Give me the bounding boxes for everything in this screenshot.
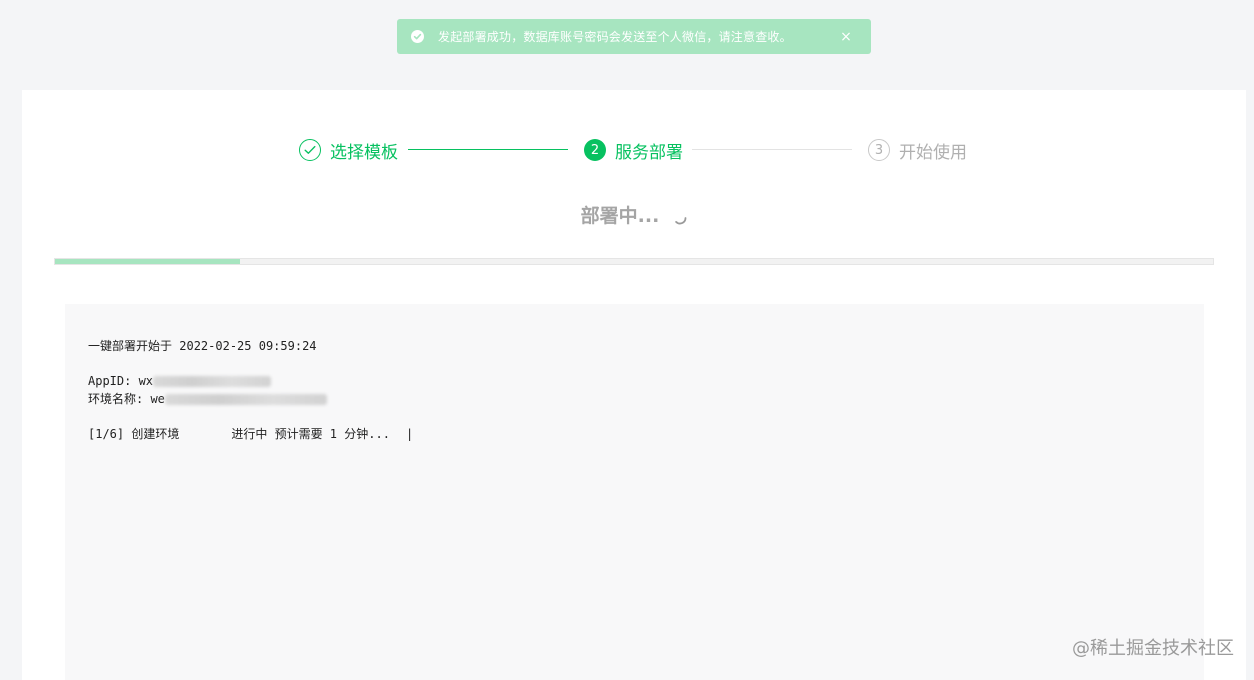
deploy-status: 部署中... [22, 201, 1246, 228]
log-env-line: 环境名称: we [88, 390, 1204, 408]
step-service-deploy: 2 服务部署 [584, 137, 683, 163]
log-appid-line: AppID: wx [88, 372, 1204, 390]
step-start-use: 3 开始使用 [868, 137, 967, 163]
redacted-appid [153, 375, 272, 387]
step-label: 选择模板 [330, 142, 398, 163]
spinner-icon [673, 208, 687, 224]
step-label: 服务部署 [615, 142, 683, 163]
log-step-separator: | [405, 427, 414, 441]
log-start-prefix: 一键部署开始于 [88, 339, 173, 353]
redacted-env-name [164, 393, 327, 405]
success-toast: 发起部署成功，数据库账号密码会发送至个人微信，请注意查收。 × [397, 19, 871, 54]
check-circle-icon [411, 30, 424, 43]
log-step-status: 进行中 预计需要 1 分钟... [231, 427, 390, 441]
step-number: 3 [868, 139, 890, 161]
step-label: 开始使用 [899, 142, 967, 163]
step-select-template: 选择模板 [299, 137, 398, 163]
log-env-label: 环境名称: we [88, 392, 165, 406]
step-number: 2 [584, 139, 606, 161]
log-step-line: [1/6] 创建环境 进行中 预计需要 1 分钟... | [88, 425, 1204, 443]
log-start-time: 2022-02-25 09:59:24 [179, 339, 317, 353]
close-icon[interactable]: × [831, 29, 861, 45]
status-text: 部署中... [580, 205, 660, 227]
log-appid-label: AppID: wx [88, 374, 154, 388]
progress-fill [55, 259, 241, 264]
step-connector-1 [408, 149, 568, 150]
check-icon [299, 139, 321, 161]
deploy-log: 一键部署开始于 2022-02-25 09:59:24 AppID: wx 环境… [65, 304, 1204, 680]
watermark: @稀土掘金技术社区 [1072, 638, 1234, 659]
log-start-line: 一键部署开始于 2022-02-25 09:59:24 [88, 337, 1204, 355]
deploy-card: 选择模板 2 服务部署 3 开始使用 部署中... 一键部署开始于 2022-0… [22, 90, 1246, 680]
progress-bar [54, 258, 1214, 265]
step-connector-2 [692, 149, 852, 150]
toast-message: 发起部署成功，数据库账号密码会发送至个人微信，请注意查收。 [438, 30, 792, 44]
page: 发起部署成功，数据库账号密码会发送至个人微信，请注意查收。 × 选择模板 2 服… [0, 0, 1254, 680]
log-step-prefix: [1/6] 创建环境 [88, 427, 180, 441]
